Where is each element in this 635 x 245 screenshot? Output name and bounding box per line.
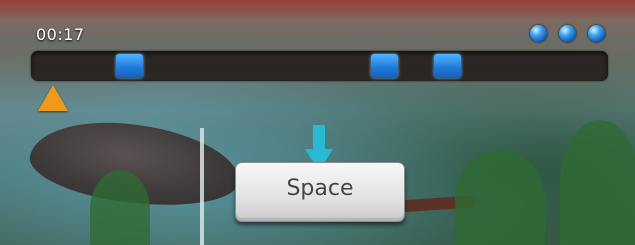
life-orb-icon [530,25,547,42]
rhythm-track [31,51,608,81]
position-marker-icon [38,85,68,111]
space-key-prompt[interactable]: Space [235,162,405,222]
note-block [116,54,143,78]
grass [90,170,150,245]
lives-indicator [530,25,605,42]
elapsed-time: 00:17 [36,25,85,44]
note-block [371,54,398,78]
life-orb-icon [588,25,605,42]
note-block [434,54,461,78]
grass [560,120,635,245]
space-key-label: Space [286,176,354,201]
life-orb-icon [559,25,576,42]
grass [455,150,545,245]
boat-pole [200,128,204,245]
